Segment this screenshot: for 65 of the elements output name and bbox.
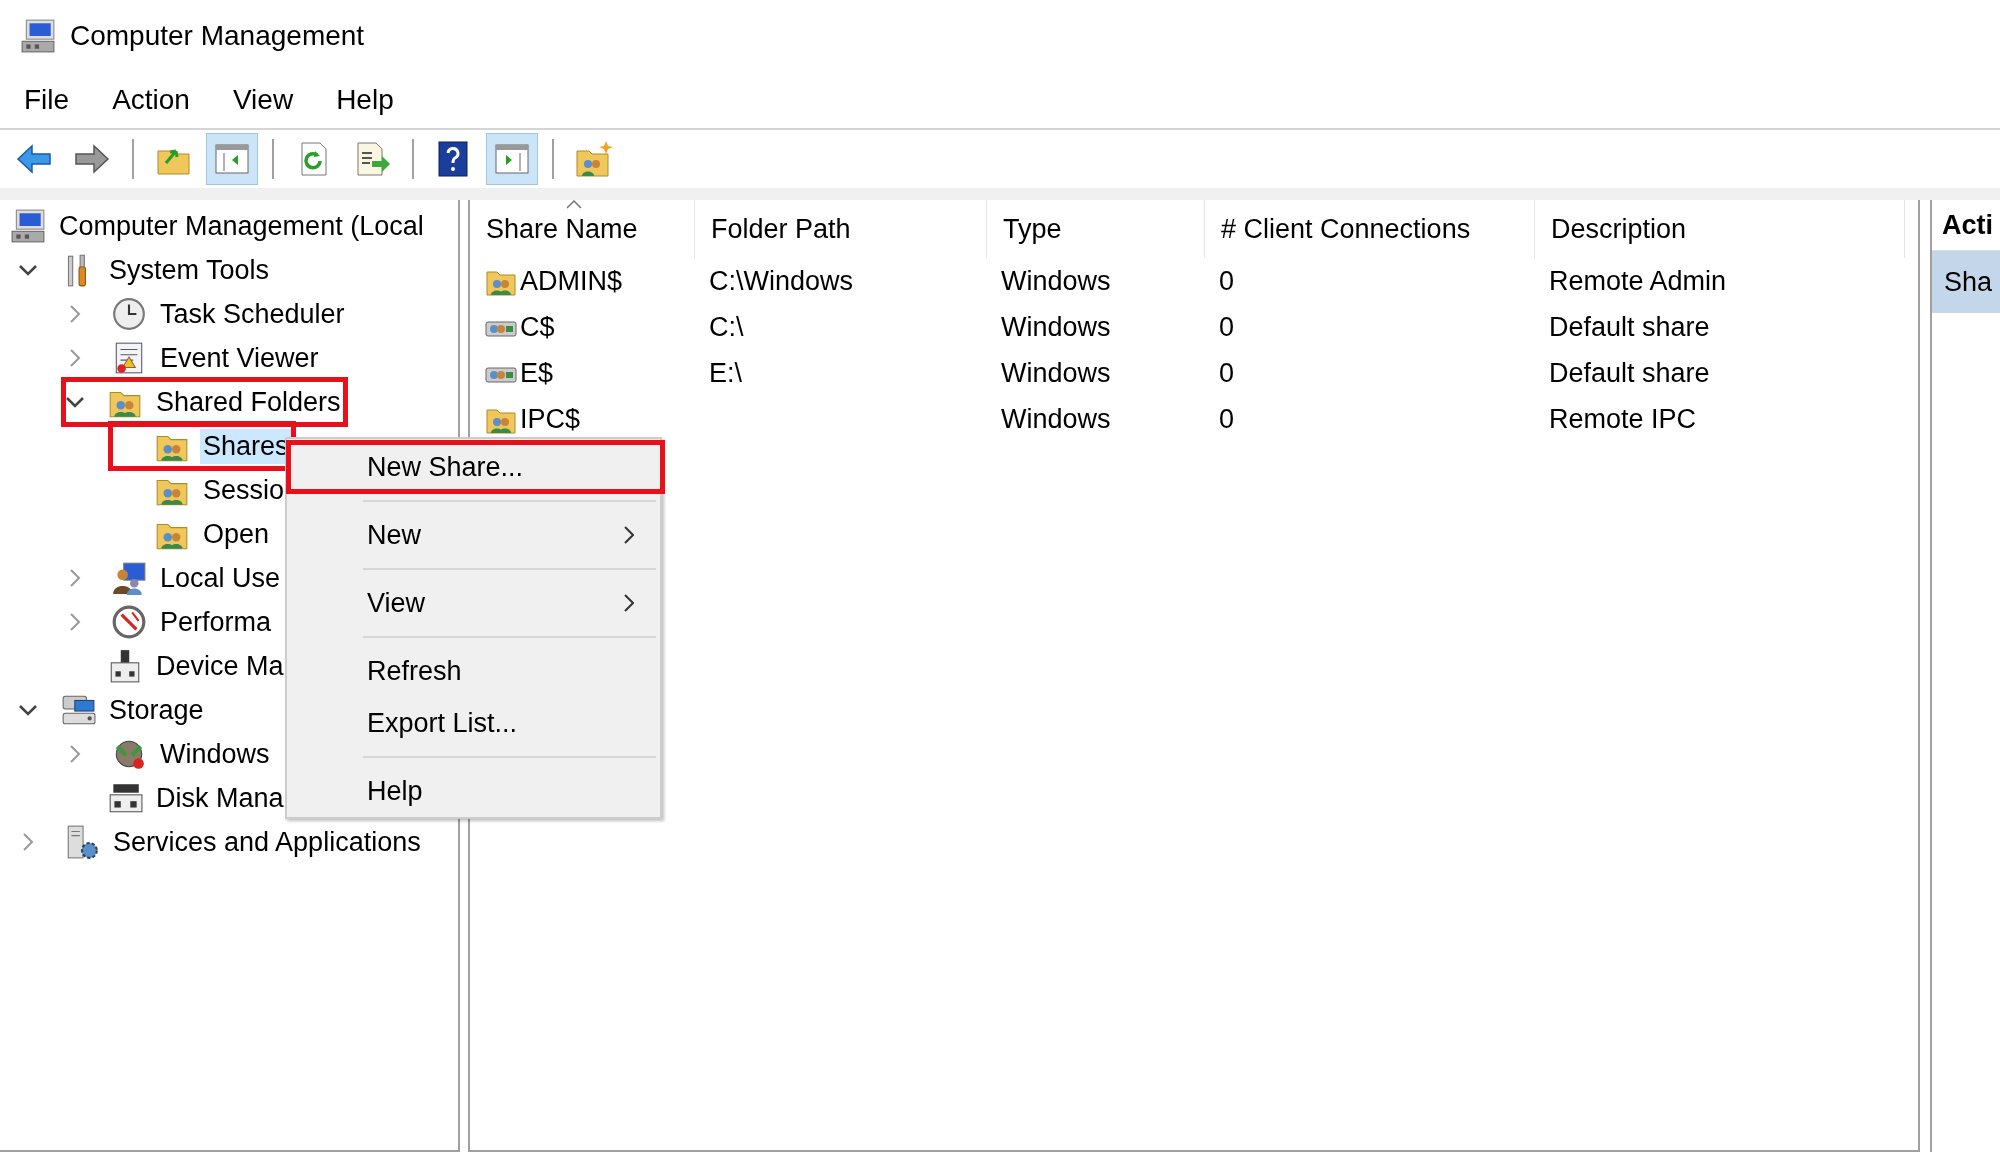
tree-item[interactable]: Task Scheduler — [157, 296, 348, 332]
table-cell: ADMIN$ — [520, 265, 622, 297]
table-cell: Windows — [1001, 311, 1111, 343]
table-cell: IPC$ — [520, 403, 581, 435]
chevron-down-icon[interactable] — [18, 264, 38, 276]
tree-item[interactable]: Device Ma — [153, 648, 287, 684]
context-menu-item[interactable]: View — [287, 577, 660, 629]
column-header[interactable]: Type — [987, 200, 1205, 258]
tree-item[interactable]: Services and Applications — [110, 824, 424, 860]
table-cell: 0 — [1219, 403, 1235, 435]
gauge-icon — [111, 604, 147, 640]
column-header[interactable]: Folder Path — [695, 200, 987, 258]
menu-item[interactable]: Help — [324, 78, 406, 122]
tree-item[interactable]: Event Viewer — [157, 340, 322, 376]
window-title: Computer Management — [70, 20, 365, 52]
context-menu-item[interactable]: Help — [287, 765, 660, 817]
menu-item[interactable]: View — [220, 78, 306, 122]
menu-item[interactable]: File — [12, 78, 82, 122]
table-cell: 0 — [1219, 357, 1235, 389]
chevron-right-icon[interactable] — [69, 348, 81, 368]
tree-item[interactable]: Local Use — [157, 560, 284, 596]
tree-item[interactable]: Open — [200, 516, 273, 552]
menu-item[interactable]: Action — [100, 78, 202, 122]
table-cell: Default share — [1549, 357, 1710, 389]
chevron-right-icon[interactable] — [22, 832, 34, 852]
context-menu-item[interactable]: New — [287, 509, 660, 561]
context-menu-item[interactable]: Refresh — [287, 645, 660, 697]
computer-icon — [10, 208, 46, 244]
chevron-down-icon[interactable] — [18, 704, 38, 716]
table-cell: C:\ — [709, 311, 744, 343]
table-cell: E$ — [520, 357, 554, 389]
table-cell: 0 — [1219, 311, 1235, 343]
chevron-right-icon[interactable] — [69, 568, 81, 588]
table-cell: 0 — [1219, 265, 1235, 297]
tree-item[interactable]: Windows — [157, 736, 273, 772]
tree-item[interactable]: System Tools — [106, 252, 273, 288]
clock-icon — [111, 296, 147, 332]
context-menu-item[interactable]: Export List... — [287, 697, 660, 749]
tree-item[interactable]: Computer Management (Local — [56, 208, 427, 244]
chevron-right-icon[interactable] — [69, 744, 81, 764]
new-share-icon — [574, 139, 614, 179]
action-section[interactable]: Sha — [1932, 251, 2000, 313]
column-header[interactable]: # Client Connections — [1205, 200, 1535, 258]
chevron-right-icon[interactable] — [69, 612, 81, 632]
table-cell: Windows — [1001, 357, 1111, 389]
tree-item[interactable]: Performa — [157, 604, 275, 640]
tree-item[interactable]: Shared Folders — [153, 384, 344, 420]
users-icon — [111, 560, 147, 596]
table-cell: Default share — [1549, 311, 1710, 343]
column-header[interactable]: Description — [1535, 200, 1905, 258]
tree-item[interactable]: Disk Mana — [153, 780, 287, 816]
table-cell: Windows — [1001, 265, 1111, 297]
tree-item[interactable]: Storage — [106, 692, 207, 728]
computer-icon — [20, 18, 56, 54]
table-cell: E:\ — [709, 357, 742, 389]
tree-item[interactable]: Shares — [200, 428, 292, 464]
table-cell: Windows — [1001, 403, 1111, 435]
table-cell: Remote Admin — [1549, 265, 1727, 297]
table-cell: C$ — [520, 311, 555, 343]
tree-item[interactable]: Sessio — [200, 472, 288, 508]
table-cell: C:\Windows — [709, 265, 854, 297]
chevron-down-icon[interactable] — [65, 396, 85, 408]
table-cell: Remote IPC — [1549, 403, 1697, 435]
chevron-right-icon[interactable] — [69, 304, 81, 324]
column-header[interactable]: Share Name — [470, 200, 695, 258]
